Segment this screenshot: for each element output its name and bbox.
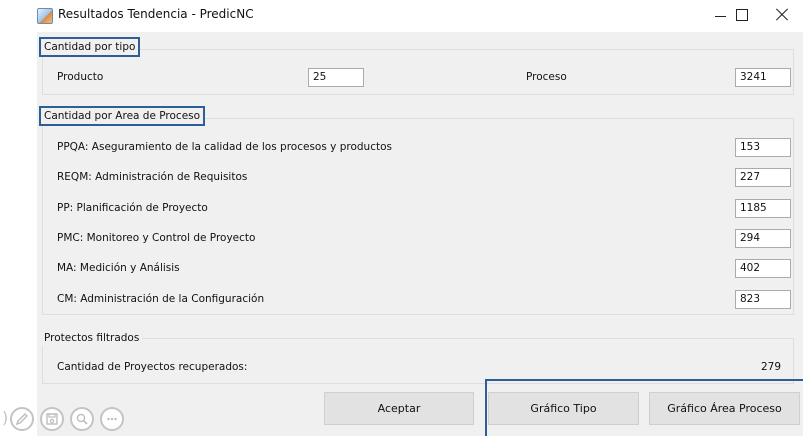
area-row-label: PPQA: Aseguramiento de la calidad de los… xyxy=(57,141,392,153)
toolbar-paren: ) xyxy=(2,408,9,427)
group-title-proyectos-filtrados: Protectos filtrados xyxy=(42,330,143,346)
maximize-icon[interactable] xyxy=(728,4,756,26)
proyectos-recuperados-value: 279 xyxy=(761,361,782,373)
dialog-content: Cantidad por tipo Producto 25 Proceso 32… xyxy=(37,32,803,436)
group-cantidad-por-tipo: Cantidad por tipo Producto 25 Proceso 32… xyxy=(39,37,794,95)
close-icon[interactable] xyxy=(768,4,796,26)
area-row-field[interactable]: 402 xyxy=(735,259,791,278)
area-row-label: PP: Planificación de Proyecto xyxy=(57,202,208,214)
save-icon[interactable] xyxy=(40,407,64,431)
group-proyectos-filtrados: Protectos filtrados Cantidad de Proyecto… xyxy=(42,330,794,384)
producto-label: Producto xyxy=(57,71,104,83)
producto-field[interactable]: 25 xyxy=(308,68,364,87)
area-row-label: MA: Medición y Análisis xyxy=(57,262,180,274)
grafico-tipo-button[interactable]: Gráfico Tipo xyxy=(488,392,639,425)
group-title-cantidad-por-tipo: Cantidad por tipo xyxy=(39,37,141,57)
window-title: Resultados Tendencia - PredicNC xyxy=(58,7,254,21)
grafico-area-proceso-button[interactable]: Gráfico Área Proceso xyxy=(649,392,800,425)
pencil-icon[interactable] xyxy=(10,407,34,431)
area-row-label: REQM: Administración de Requisitos xyxy=(57,171,248,183)
area-row-field[interactable]: 294 xyxy=(735,229,791,248)
area-row-field[interactable]: 1185 xyxy=(735,199,791,218)
area-row-label: CM: Administración de la Configuración xyxy=(57,293,265,305)
proceso-label: Proceso xyxy=(526,71,567,83)
title-bar: Resultados Tendencia - PredicNC xyxy=(0,0,803,32)
proceso-field[interactable]: 3241 xyxy=(735,68,791,87)
group-title-cantidad-por-area: Cantidad por Area de Proceso xyxy=(39,106,206,126)
group-cantidad-por-area: Cantidad por Area de Proceso PPQA: Asegu… xyxy=(39,106,794,315)
java-app-icon xyxy=(37,8,53,24)
area-row-field[interactable]: 153 xyxy=(735,138,791,157)
aceptar-button[interactable]: Aceptar xyxy=(324,392,474,425)
area-row-field[interactable]: 227 xyxy=(735,168,791,187)
more-icon[interactable] xyxy=(100,407,124,431)
area-row-field[interactable]: 823 xyxy=(735,290,791,309)
search-icon[interactable] xyxy=(70,407,94,431)
proyectos-recuperados-label: Cantidad de Proyectos recuperados: xyxy=(57,361,248,373)
area-row-label: PMC: Monitoreo y Control de Proyecto xyxy=(57,232,256,244)
